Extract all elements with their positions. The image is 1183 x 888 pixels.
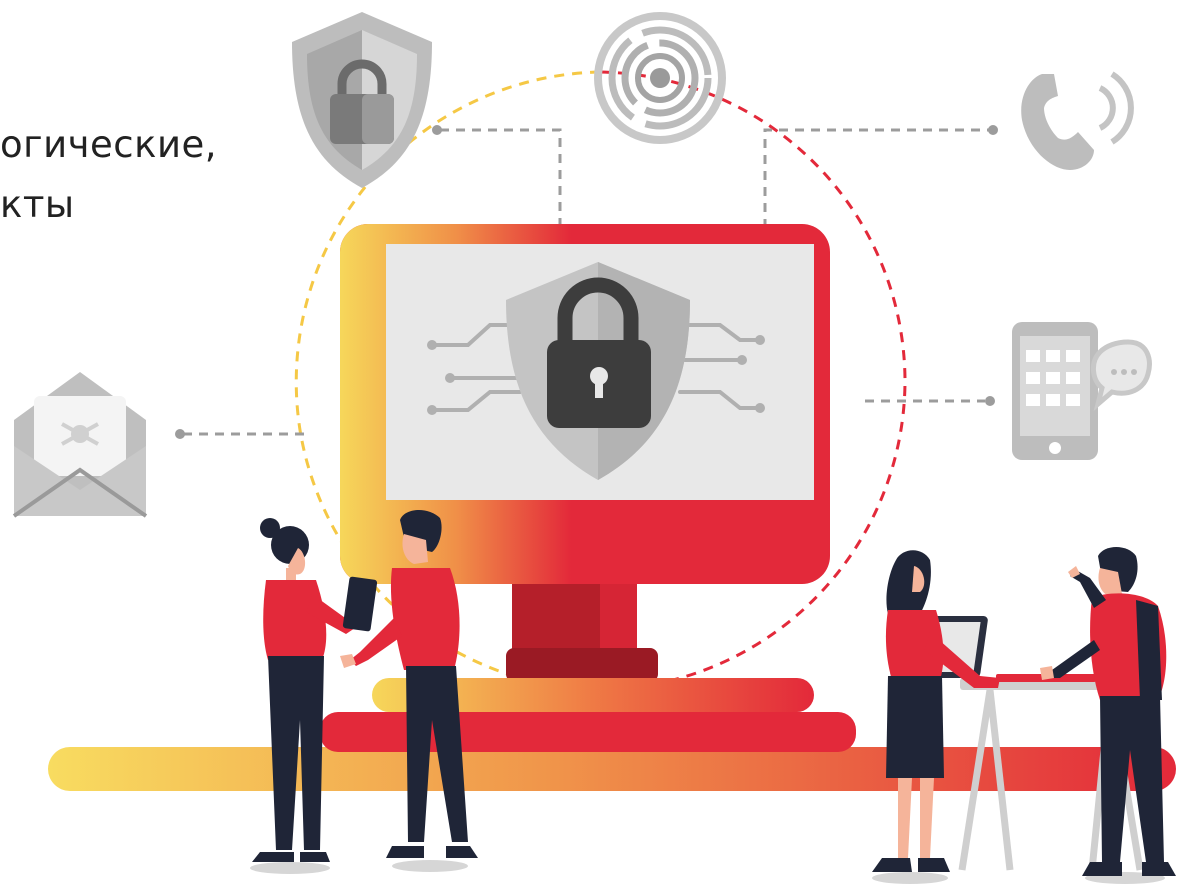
floor-bar [48,747,1176,791]
malware-envelope-icon [12,372,148,518]
fingerprint-icon [594,12,726,144]
person-man-hoodie [1040,547,1176,884]
smartphone-chat-icon [1012,322,1152,460]
phone-call-icon [1021,71,1134,170]
person-woman-laptop [872,550,1000,884]
shield-lock-icon [292,12,432,188]
security-illustration [12,12,1176,884]
